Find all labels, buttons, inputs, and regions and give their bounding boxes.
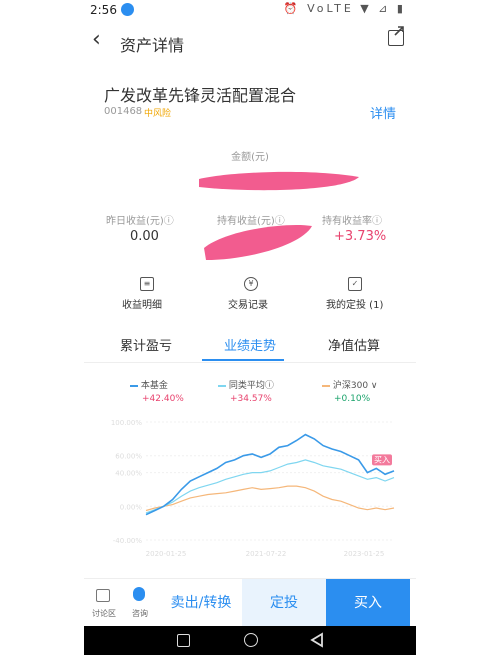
fund-name: 广发改革先锋灵活配置混合 [104, 86, 297, 105]
trade-record-icon[interactable]: ¥ [244, 277, 258, 291]
yesterday-profit-label: 昨日收益(元)ⓘ [106, 216, 174, 227]
holding-profit-redaction-mark [204, 224, 312, 260]
fund-code: 001468 [104, 106, 143, 117]
y-tick-label: 40.00% [115, 470, 142, 478]
yesterday-profit-value: 0.00 [130, 229, 159, 244]
status-bar: 2:56 ⏰ VoLTE ▼ ⊿ ▮ [84, 0, 416, 22]
income-detail-icon[interactable]: ≡ [140, 277, 154, 291]
tabs-divider [84, 362, 416, 363]
back-icon[interactable]: ‹ [92, 27, 101, 52]
income-detail-label[interactable]: 收益明细 [122, 296, 162, 311]
peer-series-line [145, 459, 395, 514]
holding-return-value: +3.73% [334, 229, 387, 244]
holding-return-label: 持有收益率ⓘ [322, 216, 382, 227]
active-tab-indicator [202, 359, 284, 361]
status-icons: ⏰ VoLTE ▼ ⊿ ▮ [283, 2, 406, 15]
performance-chart: 100.00% 60.00% 40.00% 0.00% -40.00%2020-01-2… [111, 419, 395, 558]
back-nav-icon[interactable] [310, 632, 324, 648]
consult-icon[interactable] [133, 587, 145, 601]
fixed-invest-button[interactable]: 定投 [242, 579, 326, 627]
y-tick-label: 0.00% [120, 503, 143, 511]
legend-item-index[interactable]: 沪深300 ∨ [322, 378, 378, 391]
buy-button[interactable]: 买入 [326, 579, 410, 627]
status-time: 2:56 [90, 3, 117, 17]
forum-label[interactable]: 讨论区 [92, 608, 116, 619]
android-nav-bar [84, 626, 416, 655]
legend-fund-pct: +42.40% [142, 394, 184, 404]
legend-index-pct: +0.10% [334, 394, 371, 404]
x-tick-label: 2021-07-22 [246, 550, 287, 558]
amount-redaction-mark [199, 171, 359, 191]
sell-convert-button[interactable]: 卖出/转换 [160, 579, 242, 627]
my-plan-icon[interactable]: ✓ [348, 277, 362, 291]
y-tick-label: 100.00% [111, 419, 142, 427]
legend-swatch-fund [130, 384, 138, 387]
legend-peer-pct: +34.57% [230, 394, 272, 404]
x-tick-label: 2023-01-25 [344, 550, 385, 558]
legend-fund-name: 本基金 [140, 381, 168, 391]
legend-swatch-peer [218, 384, 226, 387]
risk-badge: 中风险 [144, 109, 172, 119]
amount-label: 金额(元) [231, 152, 269, 163]
y-tick-label: 60.00% [115, 453, 142, 461]
legend-index-name: 沪深300 ∨ [332, 381, 378, 391]
x-tick-label: 2020-01-25 [146, 550, 187, 558]
details-link[interactable]: 详情 [370, 103, 396, 122]
legend-item-peer[interactable]: 同类平均ⓘ [218, 378, 274, 391]
y-tick-label: -40.00% [113, 537, 143, 545]
bottom-action-bar: 讨论区 咨询 卖出/转换 定投 买入 [84, 578, 416, 627]
trade-record-label[interactable]: 交易记录 [228, 296, 268, 311]
tab-nav-estimate[interactable]: 净值估算 [328, 335, 380, 354]
app-screen: 2:56 ⏰ VoLTE ▼ ⊿ ▮ ‹ 资产详情 广发改革先锋灵活配置混合 0… [84, 0, 416, 655]
page-title: 资产详情 [120, 36, 185, 55]
legend-swatch-index [322, 384, 330, 387]
app-notification-icon [121, 3, 134, 16]
share-icon[interactable] [388, 26, 404, 46]
tab-cumulative[interactable]: 累计盈亏 [120, 335, 172, 354]
buy-marker-label: 买入 [374, 455, 390, 464]
recents-icon[interactable] [177, 634, 190, 647]
legend-peer-name: 同类平均ⓘ [228, 381, 274, 391]
home-icon[interactable] [244, 633, 258, 647]
consult-label[interactable]: 咨询 [132, 608, 148, 619]
forum-icon[interactable] [96, 589, 110, 602]
tab-performance[interactable]: 业绩走势 [224, 335, 276, 354]
legend-item-fund[interactable]: 本基金 [130, 378, 168, 391]
my-plan-label[interactable]: 我的定投 (1) [326, 296, 383, 311]
index-series-line [145, 485, 395, 512]
